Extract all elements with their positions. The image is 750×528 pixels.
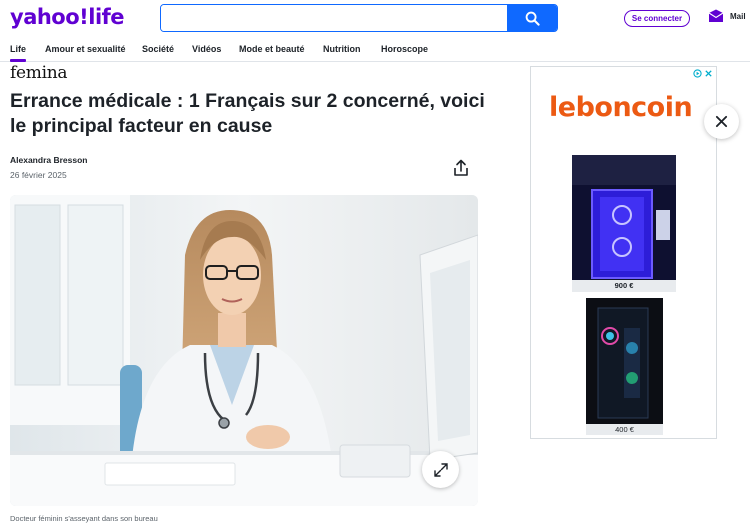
nav-item-societe[interactable]: Société bbox=[142, 44, 174, 54]
article-date: 26 février 2025 bbox=[10, 170, 67, 180]
doctor-photo bbox=[10, 195, 478, 506]
close-icon bbox=[715, 115, 728, 128]
nav-item-nutrition[interactable]: Nutrition bbox=[323, 44, 361, 54]
nav-item-mode-beaute[interactable]: Mode et beauté bbox=[239, 44, 305, 54]
nav-item-life[interactable]: Life bbox=[10, 44, 27, 62]
nav-item-amour[interactable]: Amour et sexualité bbox=[45, 44, 126, 54]
nav-item-horoscope[interactable]: Horoscope bbox=[381, 44, 428, 54]
ad-product-1-price: 900 € bbox=[572, 280, 676, 292]
search-icon bbox=[525, 11, 540, 26]
share-icon bbox=[454, 159, 468, 176]
leboncoin-logo: leboncoin bbox=[549, 92, 693, 123]
ad-close-icon bbox=[705, 70, 712, 77]
yahoo-life-logo[interactable]: yahoo!life bbox=[10, 5, 125, 29]
search-button[interactable] bbox=[507, 5, 557, 31]
ad-product-2-image[interactable] bbox=[586, 298, 663, 424]
search-bar bbox=[160, 4, 558, 32]
gaming-pc-photo bbox=[572, 155, 676, 280]
gaming-pc-photo bbox=[586, 298, 663, 424]
site-header: yahoo!life Se connecter Mail bbox=[0, 0, 750, 36]
adchoices-icon bbox=[693, 69, 702, 78]
section-nav: Life Amour et sexualité Société Vidéos M… bbox=[0, 40, 750, 62]
mail-icon bbox=[708, 9, 724, 22]
expand-image-button[interactable] bbox=[422, 451, 459, 488]
share-button[interactable] bbox=[452, 159, 470, 182]
mail-label: Mail bbox=[730, 11, 746, 21]
nav-item-videos[interactable]: Vidéos bbox=[192, 44, 221, 54]
signin-button[interactable]: Se connecter bbox=[624, 10, 690, 27]
article-hero-image[interactable] bbox=[10, 195, 478, 506]
article-title: Errance médicale : 1 Français sur 2 conc… bbox=[10, 90, 485, 137]
expand-icon bbox=[433, 462, 448, 477]
mail-link[interactable]: Mail bbox=[708, 9, 746, 23]
image-caption: Docteur féminin s'asseyant dans son bure… bbox=[10, 514, 158, 523]
close-ad-button[interactable] bbox=[704, 104, 739, 139]
leboncoin-ad[interactable]: leboncoin 900 € 400 € bbox=[530, 66, 717, 439]
search-input[interactable] bbox=[161, 5, 507, 31]
adchoices-badge[interactable] bbox=[693, 69, 713, 78]
source-logo[interactable]: femina bbox=[10, 63, 68, 83]
ad-product-2-price: 400 € bbox=[586, 424, 663, 435]
ad-product-1-image[interactable] bbox=[572, 155, 676, 280]
article-author[interactable]: Alexandra Bresson bbox=[10, 155, 87, 165]
